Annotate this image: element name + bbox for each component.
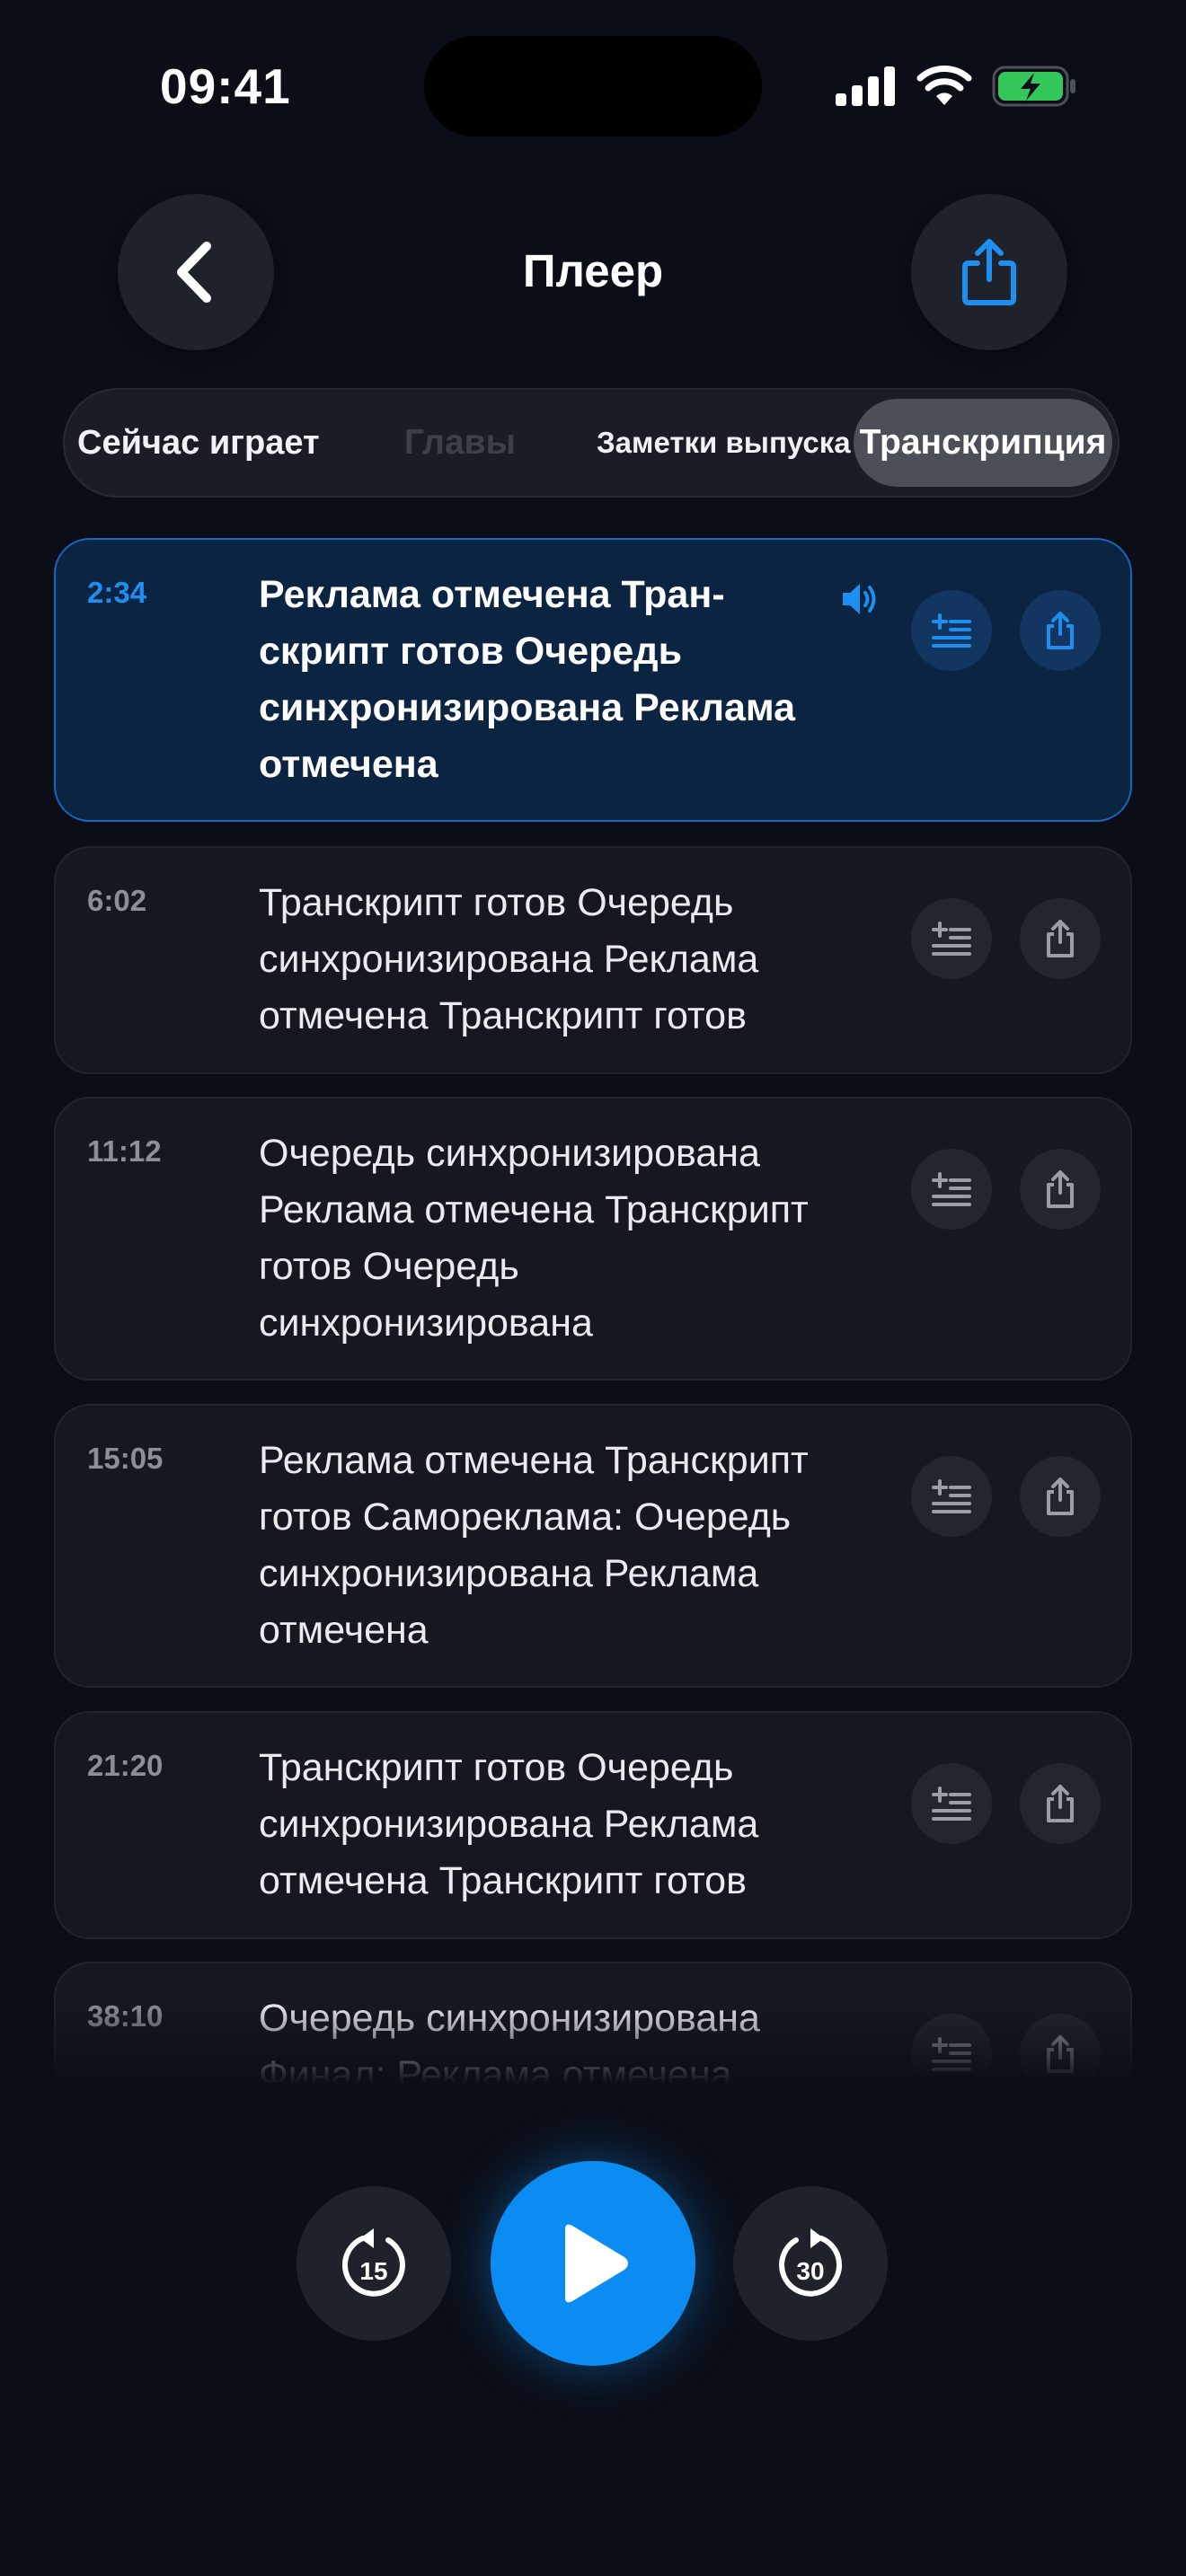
transcript-segment[interactable]: 21:20 Транскрипт готов Очередь синхрониз…: [54, 1711, 1132, 1939]
skip-back-label: 15: [359, 2257, 387, 2285]
play-button[interactable]: [491, 2161, 695, 2366]
segment-timestamp: 15:05: [87, 1442, 164, 1475]
add-note-button[interactable]: [911, 1149, 992, 1230]
share-icon: [1047, 920, 1074, 957]
skip-back-15-icon: 15: [341, 2228, 405, 2297]
status-icons: [836, 65, 1078, 108]
skip-back-button[interactable]: 15: [296, 2186, 451, 2341]
share-icon: [1047, 1170, 1074, 1208]
skip-forward-button[interactable]: 30: [733, 2186, 888, 2341]
add-note-button[interactable]: [911, 1763, 992, 1844]
share-icon: [1047, 612, 1074, 649]
segment-share-button[interactable]: [1020, 1149, 1101, 1230]
share-icon: [1047, 2035, 1074, 2073]
segment-text: Реклама отмечена Тран­скрипт готов Очере…: [259, 573, 796, 786]
segment-timestamp: 21:20: [87, 1749, 164, 1782]
share-icon: [1047, 1478, 1074, 1515]
segment-text: Очередь синхронизирована Финал: Реклама …: [259, 1997, 760, 2084]
segment-text: Реклама отмечена Тран­скрипт готов Самор…: [259, 1439, 809, 1652]
tab-transcript[interactable]: Транскрипция: [854, 399, 1112, 487]
segment-text: Транскрипт готов Очередь синхронизирован…: [259, 1746, 759, 1902]
segment-share-button[interactable]: [1020, 1456, 1101, 1537]
share-button[interactable]: [911, 194, 1067, 350]
speaker-icon: [843, 584, 876, 614]
tab-now-playing[interactable]: Сейчас играет: [77, 390, 320, 496]
tab-chapters[interactable]: Главы: [404, 390, 516, 496]
add-note-button[interactable]: [911, 2014, 992, 2084]
transcript-segment[interactable]: 38:10 Очередь синхронизирована Финал: Ре…: [54, 1962, 1132, 2084]
segment-timestamp: 11:12: [87, 1134, 162, 1168]
segment-share-button[interactable]: [1020, 2014, 1101, 2084]
tab-bar: Сейчас играет Главы Заметки выпуска Тран…: [63, 388, 1120, 498]
segment-timestamp: 2:34: [87, 576, 147, 609]
segment-timestamp: 6:02: [87, 884, 147, 917]
wifi-icon: [916, 66, 972, 105]
tab-episode-notes[interactable]: Заметки выпуска: [597, 390, 852, 496]
segment-timestamp: 38:10: [87, 1999, 164, 2033]
skip-forward-label: 30: [796, 2257, 824, 2285]
add-note-button[interactable]: [911, 590, 992, 671]
transcript-segment[interactable]: 6:02 Транскрипт готов Очередь синхронизи…: [54, 846, 1132, 1074]
play-icon: [565, 2224, 628, 2303]
add-note-icon: [932, 1786, 971, 1821]
battery-charging-icon: [992, 66, 1075, 107]
status-time: 09:41: [160, 58, 291, 114]
share-icon: [1047, 1785, 1074, 1822]
cellular-signal-icon: [836, 66, 895, 106]
transcript-segment[interactable]: 2:34 Реклама отмечена Тран­скрипт готов …: [54, 538, 1132, 822]
add-note-icon: [932, 2037, 971, 2071]
segment-share-button[interactable]: [1020, 898, 1101, 979]
add-note-button[interactable]: [911, 898, 992, 979]
segment-share-button[interactable]: [1020, 590, 1101, 671]
add-note-icon: [932, 922, 971, 956]
share-icon: [962, 239, 1016, 305]
skip-forward-30-icon: 30: [779, 2228, 843, 2297]
transcript-list[interactable]: 2:34 Реклама отмечена Тран­скрипт готов …: [0, 535, 1186, 2084]
transcript-segment[interactable]: 15:05 Реклама отмечена Тран­скрипт готов…: [54, 1404, 1132, 1688]
segment-share-button[interactable]: [1020, 1763, 1101, 1844]
add-note-icon: [932, 1172, 971, 1206]
segment-text: Транскрипт готов Очередь синхронизирован…: [259, 881, 759, 1037]
transcript-segment[interactable]: 11:12 Очередь синхронизиро­вана Реклама …: [54, 1097, 1132, 1381]
add-note-icon: [932, 1479, 971, 1513]
dynamic-island: [424, 36, 762, 137]
segment-text: Очередь синхронизиро­вана Реклама отмече…: [259, 1132, 809, 1345]
add-note-icon: [932, 613, 971, 648]
add-note-button[interactable]: [911, 1456, 992, 1537]
